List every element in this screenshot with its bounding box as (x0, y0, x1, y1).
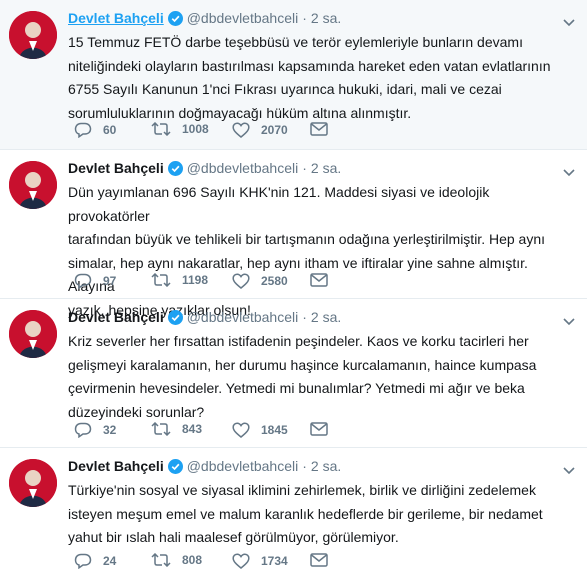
like-button[interactable]: 2070 (232, 122, 288, 138)
author-name[interactable]: Devlet Bahçeli (68, 10, 164, 26)
reply-icon (74, 122, 92, 138)
direct-message-button[interactable] (310, 553, 328, 567)
heart-icon (232, 553, 250, 569)
reply-count: 24 (103, 554, 117, 568)
separator-dot: · (302, 309, 307, 325)
heart-icon (232, 422, 250, 438)
separator-dot: · (302, 10, 307, 26)
retweet-button[interactable]: 1198 (151, 273, 208, 287)
like-count: 2070 (261, 123, 288, 137)
timestamp[interactable]: 2 sa. (311, 10, 341, 26)
timestamp[interactable]: 2 sa. (311, 458, 341, 474)
retweet-icon (151, 122, 171, 136)
reply-icon (74, 553, 92, 569)
reply-count: 60 (103, 123, 117, 137)
retweet-button[interactable]: 1008 (151, 122, 209, 136)
retweet-count: 808 (182, 553, 203, 567)
author-handle[interactable]: @dbdevletbahceli (187, 458, 299, 474)
author-name[interactable]: Devlet Bahçeli (68, 458, 164, 474)
heart-icon (232, 273, 250, 289)
author-name[interactable]: Devlet Bahçeli (68, 309, 164, 325)
retweet-count: 1008 (182, 122, 209, 136)
direct-message-icon (310, 422, 328, 436)
timestamp[interactable]: 2 sa. (311, 160, 341, 176)
reply-button[interactable]: 24 (74, 553, 116, 569)
reply-icon (74, 422, 92, 438)
chevron-down-icon[interactable] (563, 14, 575, 32)
author-name[interactable]: Devlet Bahçeli (68, 160, 164, 176)
retweet-count: 843 (182, 422, 203, 436)
author-handle[interactable]: @dbdevletbahceli (187, 309, 299, 325)
separator-dot: · (302, 458, 307, 474)
like-count: 1734 (261, 554, 288, 568)
avatar[interactable] (9, 161, 57, 209)
direct-message-button[interactable] (310, 273, 328, 287)
avatar[interactable] (9, 11, 57, 59)
reply-button[interactable]: 97 (74, 273, 116, 289)
tweet[interactable]: Devlet Bahçeli @dbdevletbahceli · 2 sa. 15… (0, 0, 587, 150)
verified-badge-icon (167, 459, 183, 479)
chevron-down-icon[interactable] (563, 313, 575, 331)
direct-message-button[interactable] (310, 422, 328, 436)
retweet-icon (151, 273, 171, 287)
verified-badge-icon (167, 11, 183, 31)
tweet-text: Türkiye'nin sosyal ve siyasal iklimini z… (68, 482, 543, 545)
direct-message-button[interactable] (310, 122, 328, 136)
chevron-down-icon[interactable] (563, 462, 575, 480)
retweet-icon (151, 553, 171, 567)
author-handle[interactable]: @dbdevletbahceli (187, 10, 299, 26)
tweet-text: 15 Temmuz FETÖ darbe teşebbüsü ve terör … (68, 34, 551, 121)
retweet-count: 1198 (182, 273, 209, 287)
like-button[interactable]: 1845 (232, 422, 288, 438)
reply-count: 97 (103, 274, 117, 288)
direct-message-icon (310, 122, 328, 136)
reply-icon (74, 273, 92, 289)
tweet-text: Kriz severler her fırsattan istifadenin … (68, 333, 537, 420)
reply-count: 32 (103, 423, 117, 437)
like-button[interactable]: 1734 (232, 553, 288, 569)
retweet-button[interactable]: 808 (151, 553, 202, 567)
verified-badge-icon (167, 161, 183, 181)
timestamp[interactable]: 2 sa. (311, 309, 341, 325)
author-handle[interactable]: @dbdevletbahceli (187, 160, 299, 176)
separator-dot: · (302, 160, 307, 176)
reply-button[interactable]: 60 (74, 122, 116, 138)
avatar[interactable] (9, 310, 57, 358)
like-count: 2580 (261, 274, 288, 288)
retweet-button[interactable]: 843 (151, 422, 202, 436)
reply-button[interactable]: 32 (74, 422, 116, 438)
chevron-down-icon[interactable] (563, 164, 575, 182)
direct-message-icon (310, 273, 328, 287)
heart-icon (232, 122, 250, 138)
avatar[interactable] (9, 459, 57, 507)
like-button[interactable]: 2580 (232, 273, 288, 289)
verified-badge-icon (167, 310, 183, 330)
like-count: 1845 (261, 423, 288, 437)
retweet-icon (151, 422, 171, 436)
direct-message-icon (310, 553, 328, 567)
